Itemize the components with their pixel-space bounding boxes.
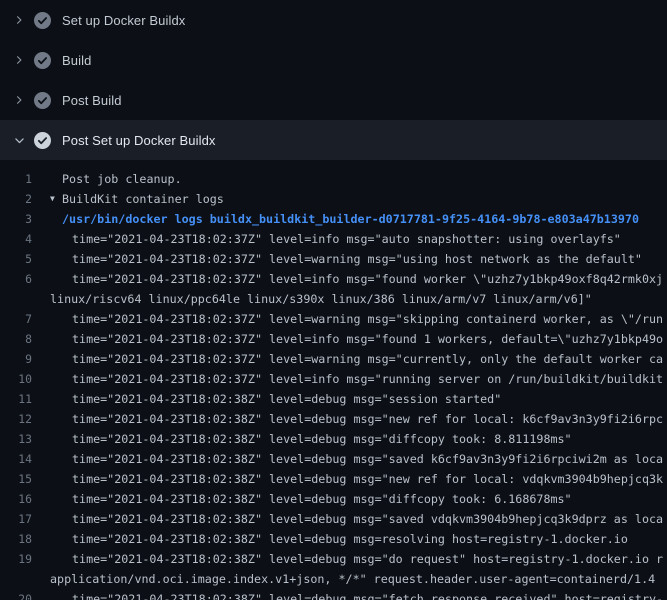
log-line: 15 time="2021-04-23T18:02:38Z" level=deb…: [0, 469, 667, 489]
actions-log-viewer: Set up Docker Buildx Build Post Build Po…: [0, 0, 667, 600]
log-line-text: time="2021-04-23T18:02:38Z" level=debug …: [72, 429, 572, 449]
chevron-right-icon: [12, 13, 26, 27]
log-line-text: linux/riscv64 linux/ppc64le linux/s390x …: [50, 289, 592, 309]
log-line-number[interactable]: 13: [0, 429, 32, 449]
log-line-number[interactable]: 4: [0, 229, 32, 249]
log-line-text: /usr/bin/docker logs buildx_buildkit_bui…: [62, 209, 639, 229]
log-line: 20 time="2021-04-23T18:02:38Z" level=deb…: [0, 589, 667, 600]
log-line: 4 time="2021-04-23T18:02:37Z" level=info…: [0, 229, 667, 249]
log-line-number[interactable]: 18: [0, 529, 32, 549]
check-circle-icon: [34, 52, 51, 69]
log-line-text: time="2021-04-23T18:02:37Z" level=warnin…: [72, 249, 642, 269]
log-line: 16 time="2021-04-23T18:02:38Z" level=deb…: [0, 489, 667, 509]
step-section-post-build[interactable]: Post Build: [0, 80, 667, 120]
log-line-number[interactable]: 1: [0, 169, 32, 189]
log-line: 19 time="2021-04-23T18:02:38Z" level=deb…: [0, 549, 667, 569]
log-line-number[interactable]: 15: [0, 469, 32, 489]
log-line: 8 time="2021-04-23T18:02:37Z" level=info…: [0, 329, 667, 349]
log-line: 11 time="2021-04-23T18:02:38Z" level=deb…: [0, 389, 667, 409]
log-line: 6 time="2021-04-23T18:02:37Z" level=info…: [0, 269, 667, 289]
log-line: 2 ▼ BuildKit container logs: [0, 189, 667, 209]
step-section-set-up-docker-buildx[interactable]: Set up Docker Buildx: [0, 0, 667, 40]
log-line-text: time="2021-04-23T18:02:38Z" level=debug …: [72, 549, 663, 569]
log-line-number[interactable]: 7: [0, 309, 32, 329]
log-line-number[interactable]: 14: [0, 449, 32, 469]
log-line: 7 time="2021-04-23T18:02:37Z" level=warn…: [0, 309, 667, 329]
log-line: application/vnd.oci.image.index.v1+json,…: [0, 569, 667, 589]
step-title: Post Build: [62, 93, 122, 108]
log-line-text: time="2021-04-23T18:02:38Z" level=debug …: [72, 409, 663, 429]
log-line: 17 time="2021-04-23T18:02:38Z" level=deb…: [0, 509, 667, 529]
step-section-post-set-up-docker-buildx[interactable]: Post Set up Docker Buildx: [0, 120, 667, 160]
log-line-text: time="2021-04-23T18:02:37Z" level=info m…: [72, 229, 621, 249]
log-line-number[interactable]: 12: [0, 409, 32, 429]
step-title: Set up Docker Buildx: [62, 13, 185, 28]
log-line-number[interactable]: 3: [0, 209, 32, 229]
log-line-number[interactable]: 8: [0, 329, 32, 349]
check-circle-icon: [34, 12, 51, 29]
log-line-number[interactable]: 5: [0, 249, 32, 269]
log-line-number[interactable]: 10: [0, 369, 32, 389]
chevron-down-icon: [12, 133, 26, 147]
log-line: 13 time="2021-04-23T18:02:38Z" level=deb…: [0, 429, 667, 449]
log-line-number[interactable]: 9: [0, 349, 32, 369]
log-line-text: time="2021-04-23T18:02:37Z" level=warnin…: [72, 349, 663, 369]
log-line-text: time="2021-04-23T18:02:38Z" level=debug …: [72, 489, 572, 509]
log-line-text: time="2021-04-23T18:02:37Z" level=info m…: [72, 329, 663, 349]
step-title: Post Set up Docker Buildx: [62, 133, 216, 148]
log-line-text: time="2021-04-23T18:02:38Z" level=debug …: [72, 509, 663, 529]
log-line-text: Post job cleanup.: [62, 169, 182, 189]
log-line-text: time="2021-04-23T18:02:37Z" level=warnin…: [72, 309, 663, 329]
group-collapse-triangle-icon[interactable]: ▼: [50, 189, 62, 209]
check-circle-icon: [34, 132, 51, 149]
log-line: 9 time="2021-04-23T18:02:37Z" level=warn…: [0, 349, 667, 369]
log-line-number[interactable]: 20: [0, 589, 32, 600]
log-line-text: time="2021-04-23T18:02:38Z" level=debug …: [72, 469, 663, 489]
log-line: 12 time="2021-04-23T18:02:38Z" level=deb…: [0, 409, 667, 429]
log-line: 18 time="2021-04-23T18:02:38Z" level=deb…: [0, 529, 667, 549]
log-line-number[interactable]: 2: [0, 189, 32, 209]
log-line-text: time="2021-04-23T18:02:37Z" level=info m…: [72, 369, 663, 389]
check-circle-icon: [34, 92, 51, 109]
log-line: 14 time="2021-04-23T18:02:38Z" level=deb…: [0, 449, 667, 469]
log-area: 1 Post job cleanup. 2 ▼ BuildKit contain…: [0, 160, 667, 600]
step-section-build[interactable]: Build: [0, 40, 667, 80]
log-line-text: time="2021-04-23T18:02:38Z" level=debug …: [72, 529, 628, 549]
step-title: Build: [62, 53, 91, 68]
log-line-text: time="2021-04-23T18:02:38Z" level=debug …: [72, 589, 663, 600]
log-line-number[interactable]: 11: [0, 389, 32, 409]
log-line-number[interactable]: 17: [0, 509, 32, 529]
log-line-text: BuildKit container logs: [62, 189, 224, 209]
log-line-number[interactable]: 6: [0, 269, 32, 289]
log-line-text: time="2021-04-23T18:02:38Z" level=debug …: [72, 389, 501, 409]
chevron-right-icon: [12, 53, 26, 67]
log-line: linux/riscv64 linux/ppc64le linux/s390x …: [0, 289, 667, 309]
log-line: 3 /usr/bin/docker logs buildx_buildkit_b…: [0, 209, 667, 229]
log-line: 1 Post job cleanup.: [0, 169, 667, 189]
log-line-number[interactable]: 16: [0, 489, 32, 509]
log-line: 5 time="2021-04-23T18:02:37Z" level=warn…: [0, 249, 667, 269]
steps-list: Set up Docker Buildx Build Post Build Po…: [0, 0, 667, 160]
log-line: 10 time="2021-04-23T18:02:37Z" level=inf…: [0, 369, 667, 389]
log-line-text: time="2021-04-23T18:02:37Z" level=info m…: [72, 269, 663, 289]
log-line-text: application/vnd.oci.image.index.v1+json,…: [50, 569, 655, 589]
log-line-text: time="2021-04-23T18:02:38Z" level=debug …: [72, 449, 663, 469]
log-line-number[interactable]: 19: [0, 549, 32, 569]
chevron-right-icon: [12, 93, 26, 107]
